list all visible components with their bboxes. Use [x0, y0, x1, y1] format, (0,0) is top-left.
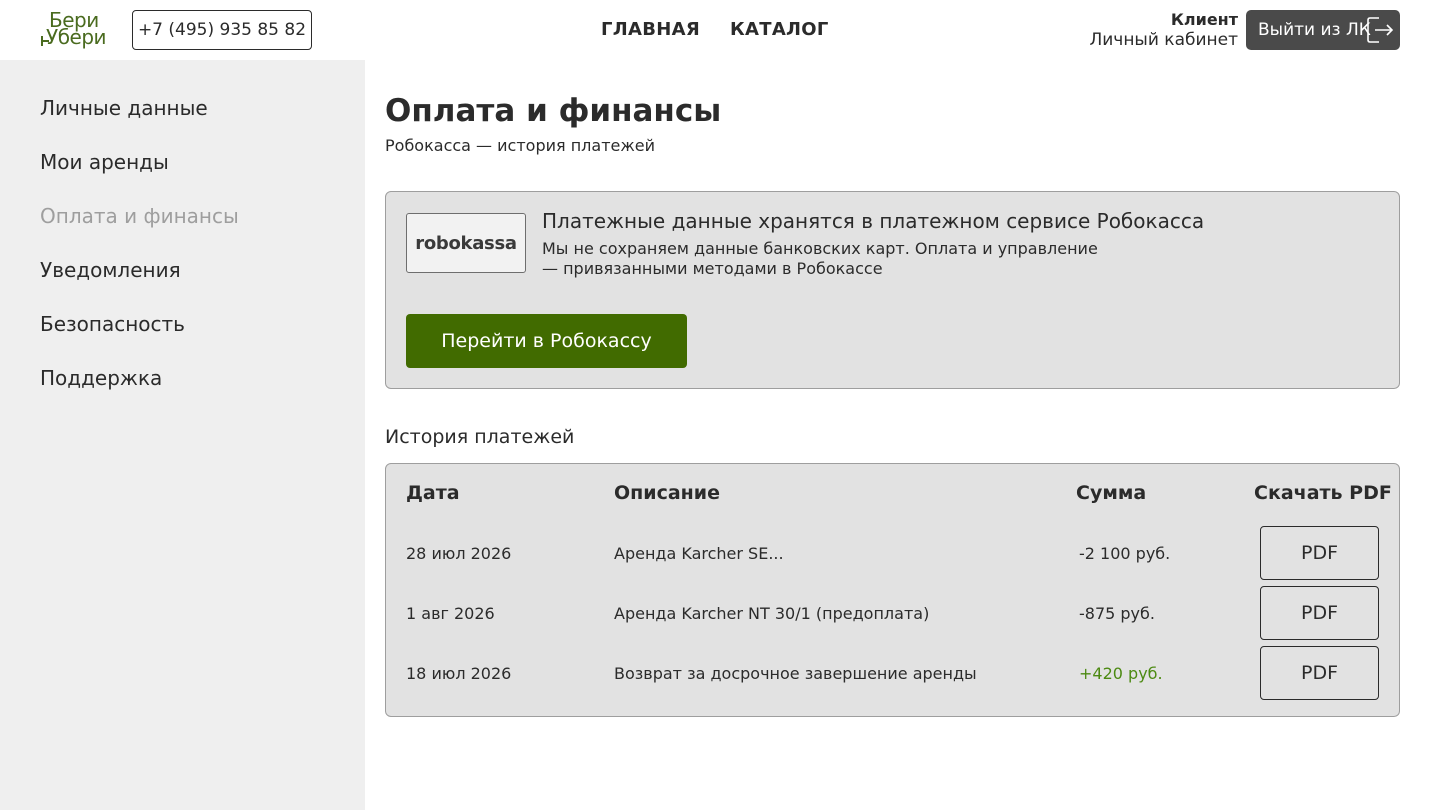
robokassa-title: Платежные данные хранятся в платежном се… — [542, 209, 1205, 233]
payment-description: Аренда Karcher NT 30/1 (предоплата) — [614, 604, 930, 623]
payment-description: Возврат за досрочное завершение аренды — [614, 664, 977, 683]
payment-history-table: Дата Описание Сумма Скачать PDF 28 июл 2… — [385, 463, 1400, 717]
column-header-pdf: Скачать PDF — [1254, 482, 1392, 504]
sidebar: Личные данные Мои аренды Оплата и финанс… — [0, 60, 365, 810]
sidebar-item-security[interactable]: Безопасность — [40, 312, 185, 336]
sidebar-item-my-rentals[interactable]: Мои аренды — [40, 150, 169, 174]
download-pdf-button[interactable]: PDF — [1260, 586, 1379, 640]
download-pdf-button[interactable]: PDF — [1260, 646, 1379, 700]
table-row: 18 июл 2026 Возврат за досрочное заверше… — [386, 646, 1401, 700]
payment-description: Аренда Karcher SE... — [614, 544, 784, 563]
logout-label: Выйти из ЛК — [1258, 20, 1371, 40]
column-header-amount: Сумма — [1076, 482, 1147, 504]
page-title: Оплата и финансы — [385, 93, 722, 129]
logout-icon — [1367, 17, 1394, 43]
payment-amount: +420 руб. — [1079, 664, 1163, 683]
go-to-robokassa-button[interactable]: Перейти в Робокассу — [406, 314, 687, 368]
column-header-description: Описание — [614, 482, 721, 504]
payment-amount: -875 руб. — [1079, 604, 1155, 623]
user-area-label: Личный кабинет — [1089, 30, 1238, 50]
download-pdf-button[interactable]: PDF — [1260, 526, 1379, 580]
page-subtitle: Робокасса — история платежей — [385, 136, 656, 155]
logo-text-bottom: Убери — [46, 25, 107, 49]
robokassa-description: Мы не сохраняем данные банковских карт. … — [542, 239, 1098, 278]
robokassa-logo: robokassa — [406, 213, 526, 273]
robokassa-card: robokassa Платежные данные хранятся в пл… — [385, 191, 1400, 389]
sidebar-item-support[interactable]: Поддержка — [40, 366, 162, 390]
nav-main-link[interactable]: ГЛАВНАЯ — [601, 19, 700, 40]
table-row: 1 авг 2026 Аренда Karcher NT 30/1 (предо… — [386, 586, 1401, 640]
history-title: История платежей — [385, 426, 575, 448]
payment-date: 28 июл 2026 — [406, 544, 512, 563]
logo[interactable]: Бери Убери — [40, 10, 122, 50]
nav-catalog-link[interactable]: КАТАЛОГ — [730, 19, 829, 40]
header: Бери Убери +7 (495) 935 85 82 ГЛАВНАЯ КА… — [0, 0, 1440, 60]
column-header-date: Дата — [406, 482, 460, 504]
payment-date: 1 авг 2026 — [406, 604, 495, 623]
phone-button[interactable]: +7 (495) 935 85 82 — [132, 10, 312, 50]
sidebar-item-payments[interactable]: Оплата и финансы — [40, 204, 239, 228]
sidebar-item-notifications[interactable]: Уведомления — [40, 258, 181, 282]
sidebar-item-personal-data[interactable]: Личные данные — [40, 96, 208, 120]
table-row: 28 июл 2026 Аренда Karcher SE... -2 100 … — [386, 526, 1401, 580]
payment-amount: -2 100 руб. — [1079, 544, 1171, 563]
user-role: Клиент — [1170, 10, 1238, 29]
logout-button[interactable]: Выйти из ЛК — [1246, 10, 1400, 50]
payment-date: 18 июл 2026 — [406, 664, 512, 683]
